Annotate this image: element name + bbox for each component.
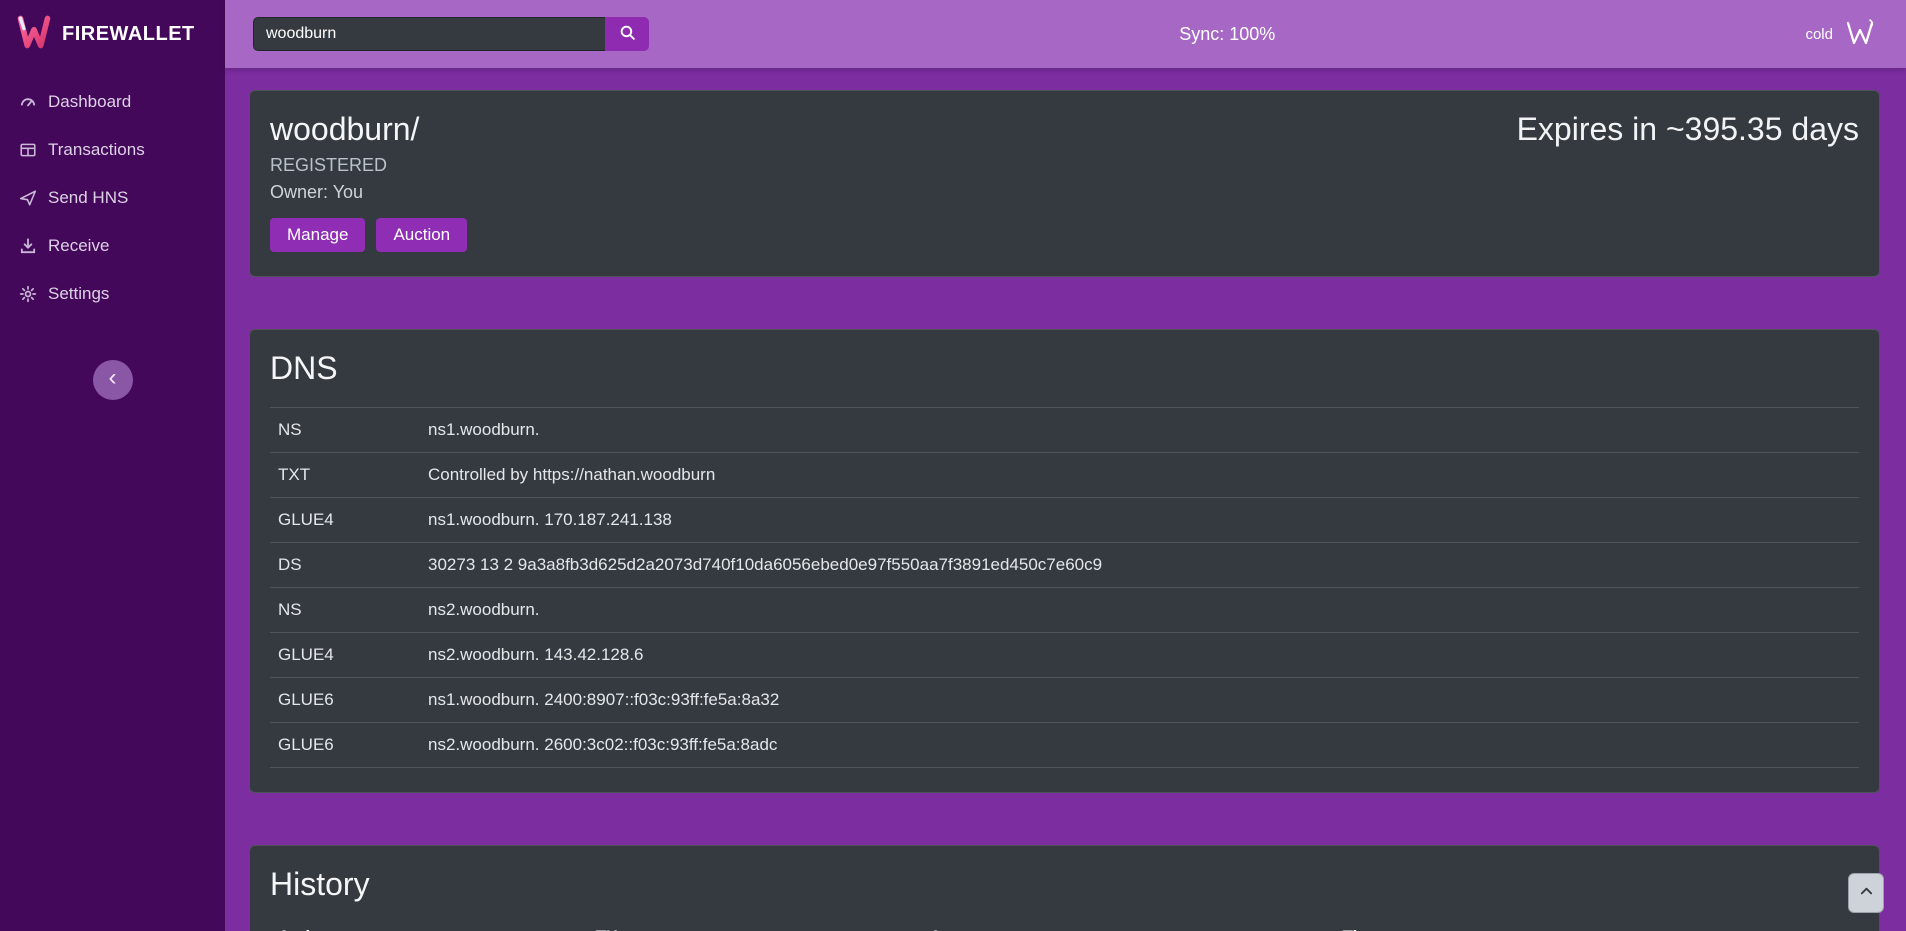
search-button[interactable] <box>605 17 649 51</box>
dns-record-value: ns1.woodburn. 170.187.241.138 <box>420 498 1859 543</box>
domain-expiry: Expires in ~395.35 days <box>1517 111 1859 148</box>
history-table: Action TX Amount Time UPDATE 70e64775...… <box>270 917 1859 931</box>
dns-record-value: Controlled by https://nathan.woodburn <box>420 453 1859 498</box>
dns-record-type: NS <box>270 588 420 633</box>
chevron-left-icon: ‹ <box>109 360 117 396</box>
history-header-row: Action TX Amount Time <box>270 917 1859 931</box>
dashboard-icon <box>19 93 37 111</box>
domain-status: REGISTERED <box>270 155 467 176</box>
dns-record-type: TXT <box>270 453 420 498</box>
search-input[interactable] <box>253 17 605 51</box>
history-title: History <box>270 866 1859 903</box>
dns-title: DNS <box>270 350 1859 387</box>
sidebar-item-transactions[interactable]: Transactions <box>0 126 225 174</box>
sidebar-nav: Dashboard Transactions Send HNS Receive … <box>0 68 225 318</box>
manage-button[interactable]: Manage <box>270 218 365 252</box>
sidebar-item-send-hns[interactable]: Send HNS <box>0 174 225 222</box>
search-group <box>253 17 649 51</box>
dns-record-row: TXT Controlled by https://nathan.woodbur… <box>270 453 1859 498</box>
transactions-icon <box>19 141 37 159</box>
sync-status: Sync: 100% <box>1179 24 1275 45</box>
sidebar: FIREWALLET Dashboard Transactions Send H… <box>0 0 225 931</box>
sidebar-item-receive[interactable]: Receive <box>0 222 225 270</box>
sidebar-item-dashboard[interactable]: Dashboard <box>0 78 225 126</box>
sidebar-item-label: Dashboard <box>48 92 131 112</box>
dns-record-row: NS ns2.woodburn. <box>270 588 1859 633</box>
search-icon <box>619 24 636 44</box>
sidebar-item-settings[interactable]: Settings <box>0 270 225 318</box>
dns-record-type: GLUE6 <box>270 678 420 723</box>
dns-record-value: ns2.woodburn. <box>420 588 1859 633</box>
dns-record-type: NS <box>270 408 420 453</box>
wallet-temp-label: cold <box>1805 26 1833 43</box>
settings-icon <box>19 285 37 303</box>
domain-name-title: woodburn/ <box>270 111 467 148</box>
dns-record-value: ns1.woodburn. 2400:8907::f03c:93ff:fe5a:… <box>420 678 1859 723</box>
main-column: Sync: 100% cold woodburn/ REGISTERED Own… <box>225 0 1906 931</box>
send-icon <box>19 189 37 207</box>
dns-record-value: ns2.woodburn. 143.42.128.6 <box>420 633 1859 678</box>
dns-card: DNS NS ns1.woodburn. TXT Controlled by h… <box>249 329 1880 793</box>
sidebar-collapse-button[interactable]: ‹ <box>93 360 133 400</box>
dns-record-row: GLUE6 ns1.woodburn. 2400:8907::f03c:93ff… <box>270 678 1859 723</box>
dns-record-value: ns2.woodburn. 2600:3c02::f03c:93ff:fe5a:… <box>420 723 1859 768</box>
dns-record-type: GLUE6 <box>270 723 420 768</box>
chevron-up-icon <box>1859 884 1874 902</box>
domain-owner: Owner: You <box>270 182 467 203</box>
scroll-to-top-button[interactable] <box>1848 873 1884 913</box>
history-column-time: Time <box>1335 917 1859 931</box>
history-card: History Action TX Amount Time UPDATE 70e… <box>249 845 1880 931</box>
dns-record-row: GLUE6 ns2.woodburn. 2600:3c02::f03c:93ff… <box>270 723 1859 768</box>
sidebar-item-label: Receive <box>48 236 109 256</box>
dns-record-row: GLUE4 ns2.woodburn. 143.42.128.6 <box>270 633 1859 678</box>
firewallet-logo-icon <box>16 14 52 55</box>
dns-record-value: ns1.woodburn. <box>420 408 1859 453</box>
firewallet-outline-icon <box>1842 16 1878 53</box>
history-column-tx: TX <box>588 917 922 931</box>
dns-record-value: 30273 13 2 9a3a8fb3d625d2a2073d740f10da6… <box>420 543 1859 588</box>
dns-record-type: DS <box>270 543 420 588</box>
sidebar-item-label: Transactions <box>48 140 145 160</box>
domain-card: woodburn/ REGISTERED Owner: You Manage A… <box>249 90 1880 277</box>
auction-button[interactable]: Auction <box>376 218 467 252</box>
sidebar-item-label: Send HNS <box>48 188 128 208</box>
dns-record-row: DS 30273 13 2 9a3a8fb3d625d2a2073d740f10… <box>270 543 1859 588</box>
app-title: FIREWALLET <box>62 23 195 46</box>
dns-record-row: GLUE4 ns1.woodburn. 170.187.241.138 <box>270 498 1859 543</box>
brand[interactable]: FIREWALLET <box>0 0 225 68</box>
topbar: Sync: 100% cold <box>225 0 1906 68</box>
content-area: woodburn/ REGISTERED Owner: You Manage A… <box>225 68 1906 931</box>
dns-record-type: GLUE4 <box>270 498 420 543</box>
dns-record-row: NS ns1.woodburn. <box>270 408 1859 453</box>
receive-icon <box>19 237 37 255</box>
history-column-amount: Amount <box>921 917 1334 931</box>
history-column-action: Action <box>270 917 588 931</box>
wallet-mode: cold <box>1805 16 1878 53</box>
dns-table: NS ns1.woodburn. TXT Controlled by https… <box>270 407 1859 768</box>
sidebar-item-label: Settings <box>48 284 109 304</box>
dns-record-type: GLUE4 <box>270 633 420 678</box>
